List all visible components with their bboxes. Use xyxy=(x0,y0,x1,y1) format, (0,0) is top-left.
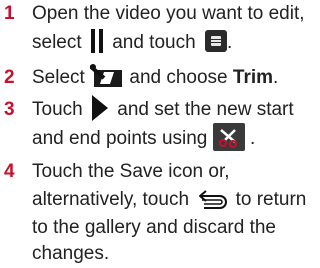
step-number: 2 xyxy=(4,67,15,88)
step-text: changes. xyxy=(32,243,110,264)
step-text: . xyxy=(226,32,233,53)
step-number: 4 xyxy=(4,161,15,182)
step-text: Touch the Save icon or, xyxy=(32,161,230,182)
back-icon xyxy=(199,190,228,209)
step-text: and end points using xyxy=(32,128,208,150)
step-text: Touch xyxy=(32,99,83,120)
video-edit-icon xyxy=(90,63,123,87)
step-text: Select xyxy=(32,67,85,88)
step-text: alternatively, touch xyxy=(32,189,190,210)
pause-icon xyxy=(90,28,103,53)
scissors-icon xyxy=(212,123,245,151)
step-text: Open the video you want to edit, xyxy=(32,3,305,24)
step-text: to return xyxy=(235,189,307,210)
step-4-line-1: 4 Touch the Save icon or, xyxy=(4,158,230,186)
step-text: . xyxy=(249,128,256,150)
step-number: 1 xyxy=(4,3,15,24)
trim-option: Trim xyxy=(232,67,274,88)
step-text: and set the new start xyxy=(117,99,294,120)
step-text: . xyxy=(273,67,279,88)
menu-icon xyxy=(204,29,227,52)
step-number: 3 xyxy=(4,99,15,120)
step-text: and choose xyxy=(129,67,228,88)
step-2-line-1: 2 Select and choose Trim. xyxy=(4,63,279,92)
play-icon xyxy=(91,94,108,121)
step-3-line-2: and end points using . xyxy=(32,123,256,153)
step-1-line-1: 1 Open the video you want to edit, xyxy=(4,0,305,28)
step-4-line-2: alternatively, touch to return xyxy=(32,186,306,214)
instruction-steps: 1 Open the video you want to edit, selec… xyxy=(0,0,312,264)
step-text: to the gallery and discard the xyxy=(32,217,276,238)
step-4-line-3: to the gallery and discard the xyxy=(32,214,276,242)
step-text: and touch xyxy=(112,32,196,53)
step-1-line-2: select and touch . xyxy=(32,28,233,57)
step-text: select xyxy=(32,32,82,53)
step-3-line-1: 3 Touch and set the new start xyxy=(4,94,294,124)
